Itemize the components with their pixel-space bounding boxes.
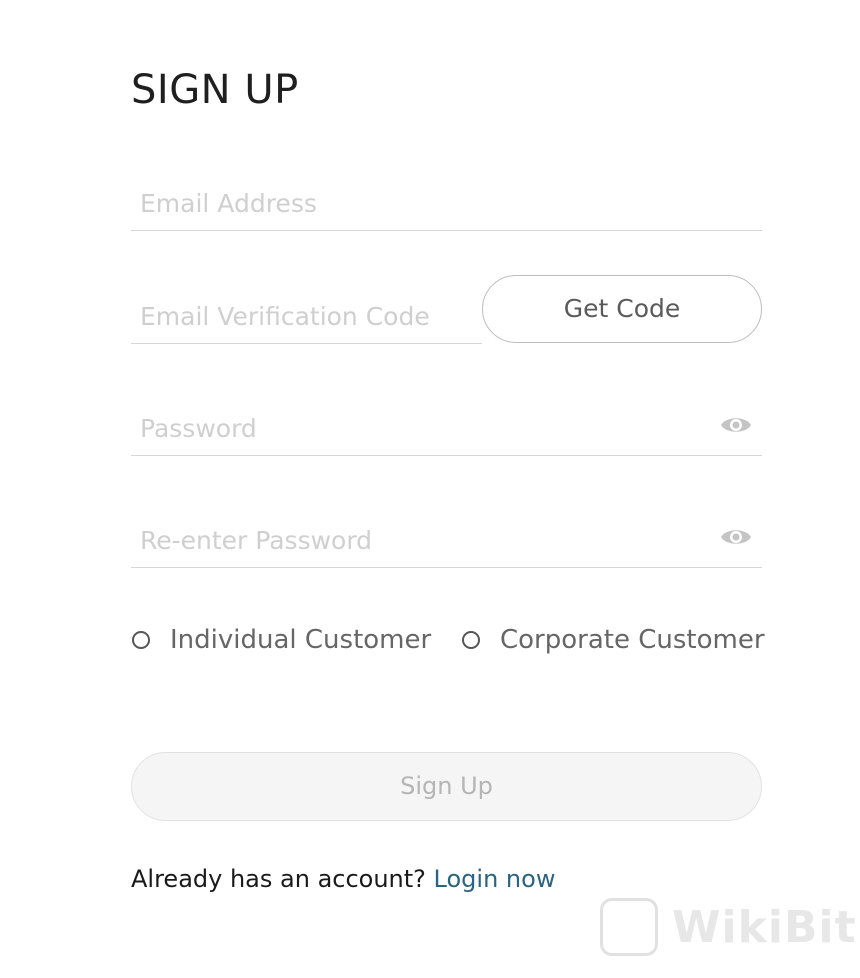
radio-corporate-customer[interactable]: Corporate Customer <box>462 620 765 660</box>
radio-circle-icon[interactable] <box>462 631 480 649</box>
watermark-text: WikiBit <box>672 901 857 953</box>
login-prompt: Already has an account? Login now <box>131 862 555 896</box>
eye-icon[interactable] <box>720 525 752 549</box>
password-field[interactable] <box>140 400 700 456</box>
eye-icon[interactable] <box>720 413 752 437</box>
radio-label: Individual Customer <box>170 625 432 655</box>
email-field[interactable] <box>140 175 750 231</box>
login-now-link[interactable]: Login now <box>434 865 556 893</box>
password-field-wrapper <box>131 400 762 456</box>
get-code-button[interactable]: Get Code <box>482 275 762 343</box>
page-title: SIGN UP <box>131 67 299 113</box>
email-field-wrapper <box>131 175 762 231</box>
wikibit-logo-icon <box>600 898 658 956</box>
login-prompt-text: Already has an account? <box>131 865 434 893</box>
verification-code-field[interactable] <box>140 288 475 344</box>
radio-circle-icon[interactable] <box>132 631 150 649</box>
radio-label: Corporate Customer <box>500 625 765 655</box>
watermark: WikiBit <box>600 896 857 958</box>
radio-individual-customer[interactable]: Individual Customer <box>132 620 431 660</box>
reenter-password-field[interactable] <box>140 512 700 568</box>
sign-up-button[interactable]: Sign Up <box>131 752 762 821</box>
verification-code-field-wrapper <box>131 288 482 344</box>
reenter-password-field-wrapper <box>131 512 762 568</box>
